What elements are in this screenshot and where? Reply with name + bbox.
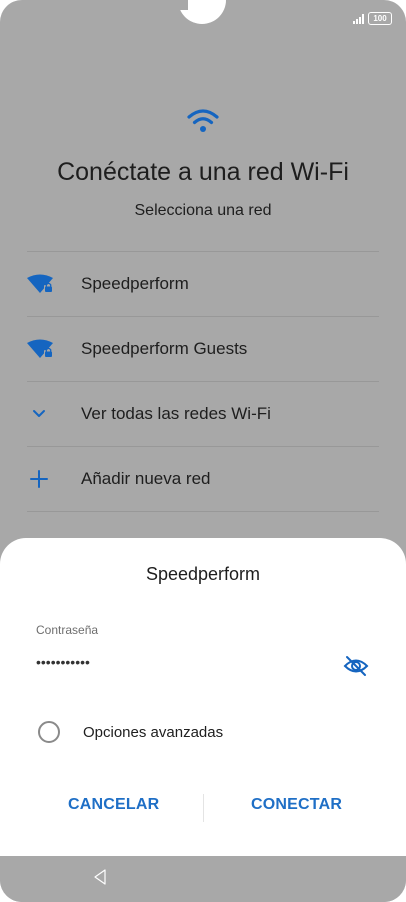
wifi-lock-icon [27, 339, 53, 358]
battery-icon: 100 [368, 12, 392, 25]
wifi-icon [187, 109, 219, 132]
password-label: Contraseña [36, 623, 99, 637]
advanced-options-label: Opciones avanzadas [83, 723, 224, 741]
hide-password-icon[interactable] [343, 654, 369, 678]
back-icon[interactable] [92, 868, 108, 886]
wifi-lock-icon [27, 274, 53, 293]
navigation-bar [0, 856, 406, 902]
password-dialog: Speedperform Contraseña ••••••••••• Opci… [0, 538, 406, 856]
network-item-label: Speedperform [81, 274, 189, 293]
signal-icon [353, 13, 364, 24]
camera-notch [178, 0, 226, 24]
screen: 100 Conéctate a una red Wi-Fi Selecciona… [0, 0, 406, 902]
page-title: Conéctate a una red Wi-Fi [57, 158, 349, 186]
chevron-down-icon [33, 410, 45, 417]
advanced-options-toggle[interactable]: Opciones avanzadas [38, 721, 223, 743]
plus-icon [30, 470, 48, 488]
add-network[interactable]: Añadir nueva red [27, 447, 379, 512]
button-divider [203, 794, 204, 822]
advanced-options-radio[interactable] [38, 721, 60, 743]
view-all-networks-label: Ver todas las redes Wi-Fi [81, 404, 271, 423]
network-list: Speedperform Speedperform Guests Ver tod… [27, 251, 379, 512]
view-all-networks[interactable]: Ver todas las redes Wi-Fi [27, 382, 379, 447]
add-network-label: Añadir nueva red [81, 469, 211, 488]
dialog-title: Speedperform [145, 564, 261, 584]
connect-button[interactable]: CONECTAR [251, 796, 342, 814]
network-item-label: Speedperform Guests [81, 339, 248, 358]
network-item-speedperform[interactable]: Speedperform [27, 252, 379, 317]
password-field[interactable]: ••••••••••• [36, 654, 90, 670]
cancel-button[interactable]: CANCELAR [68, 796, 159, 814]
page-subtitle: Selecciona una red [134, 202, 272, 219]
status-bar: 100 [353, 12, 392, 25]
network-item-speedperform-guests[interactable]: Speedperform Guests [27, 317, 379, 382]
